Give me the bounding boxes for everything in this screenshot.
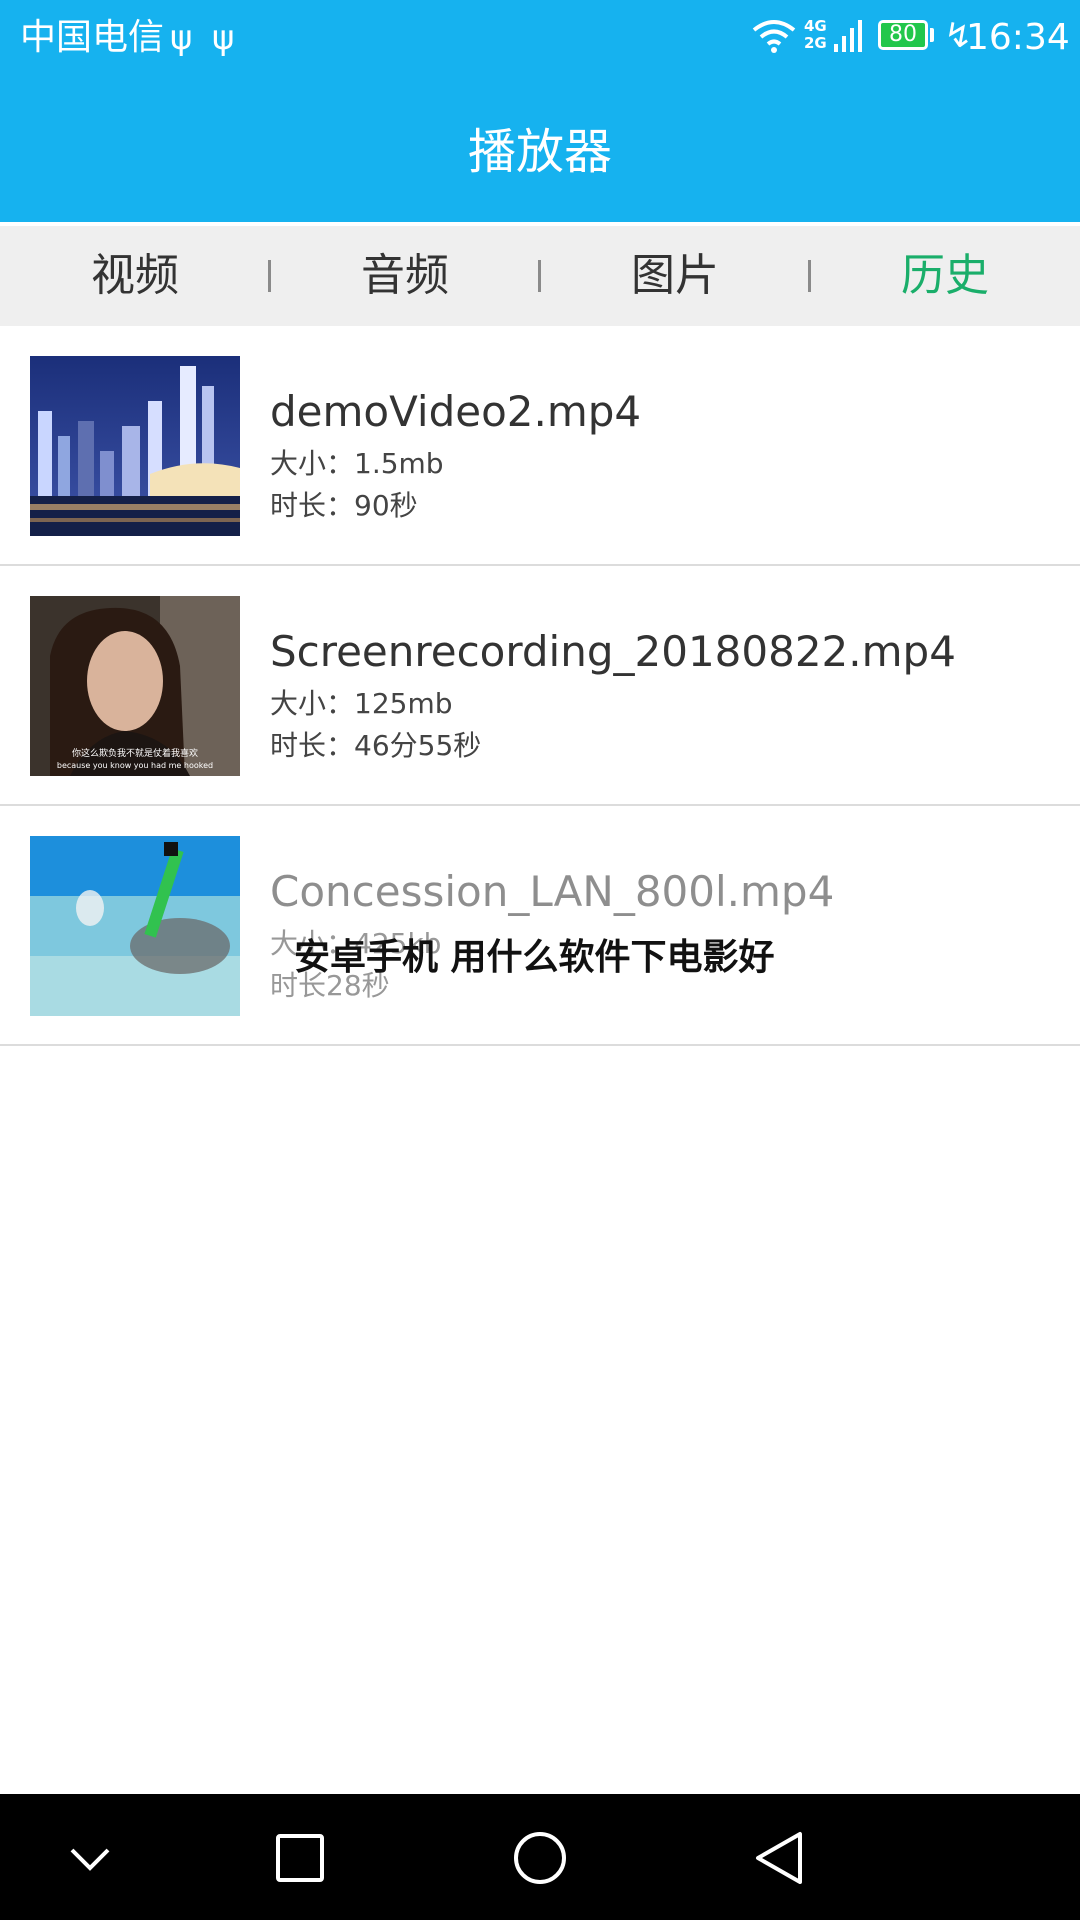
tab-bar: 视频 音频 图片 历史 bbox=[0, 226, 1080, 326]
file-name: Concession_LAN_800l.mp4 bbox=[270, 867, 835, 916]
movie-frame-thumbnail: 你这么欺负我不就是仗着我喜欢 because you know you had … bbox=[30, 596, 240, 776]
file-size: 大小：1.5mb bbox=[270, 447, 444, 480]
list-item[interactable]: 你这么欺负我不就是仗着我喜欢 because you know you had … bbox=[0, 566, 1080, 806]
video-thumbnail: 你这么欺负我不就是仗着我喜欢 because you know you had … bbox=[30, 596, 240, 776]
page-title: 播放器 bbox=[467, 124, 612, 180]
battery-level: 80 bbox=[889, 22, 917, 47]
wifi-icon bbox=[752, 20, 796, 53]
cellular-signal-icon: 4G 2G bbox=[804, 18, 864, 54]
file-name: demoVideo2.mp4 bbox=[270, 387, 642, 436]
status-bar: 中国电信 ψ ψ 4G 2G 80 ↯ 16:34 bbox=[0, 0, 1080, 76]
tab-audio[interactable]: 音频 bbox=[270, 226, 540, 326]
video-thumbnail bbox=[30, 836, 240, 1016]
overlay-caption: 安卓手机 用什么软件下电影好 bbox=[294, 937, 775, 978]
subtitle-cn: 你这么欺负我不就是仗着我喜欢 bbox=[72, 747, 198, 759]
subtitle-en: because you know you had me hooked bbox=[57, 761, 213, 770]
tab-history[interactable]: 历史 bbox=[810, 226, 1080, 326]
tab-video[interactable]: 视频 bbox=[0, 226, 270, 326]
battery-cap bbox=[930, 28, 934, 42]
file-duration: 时长：46分55秒 bbox=[270, 729, 482, 762]
snorkel-thumbnail bbox=[30, 836, 240, 1016]
carrier-name: 中国电信 bbox=[20, 17, 165, 58]
usb-icon: ψ bbox=[170, 18, 193, 58]
network-type-bottom: 2G bbox=[804, 34, 827, 52]
chevron-down-icon[interactable] bbox=[50, 1822, 130, 1894]
file-size: 大小：125mb bbox=[270, 687, 453, 720]
file-name: Screenrecording_20180822.mp4 bbox=[270, 627, 956, 676]
usb-icon: ψ bbox=[212, 18, 235, 58]
network-type-top: 4G bbox=[804, 17, 827, 35]
app-header: 中国电信 ψ ψ 4G 2G 80 ↯ 16:34 播放器 bbox=[0, 0, 1080, 222]
list-item[interactable]: demoVideo2.mp4 大小：1.5mb 时长：90秒 bbox=[0, 326, 1080, 566]
back-triangle-icon[interactable] bbox=[740, 1822, 820, 1894]
city-night-thumbnail bbox=[30, 356, 240, 536]
navigation-bar bbox=[0, 1794, 1080, 1920]
recents-square-icon[interactable] bbox=[260, 1822, 340, 1894]
video-thumbnail bbox=[30, 356, 240, 536]
battery-icon: 80 bbox=[878, 20, 928, 50]
clock: 16:34 bbox=[966, 17, 1070, 58]
file-duration: 时长：90秒 bbox=[270, 489, 418, 522]
tab-images[interactable]: 图片 bbox=[540, 226, 810, 326]
list-item[interactable]: Concession_LAN_800l.mp4 大小：425kb 时长28秒 bbox=[0, 806, 1080, 1046]
home-circle-icon[interactable] bbox=[500, 1822, 580, 1894]
